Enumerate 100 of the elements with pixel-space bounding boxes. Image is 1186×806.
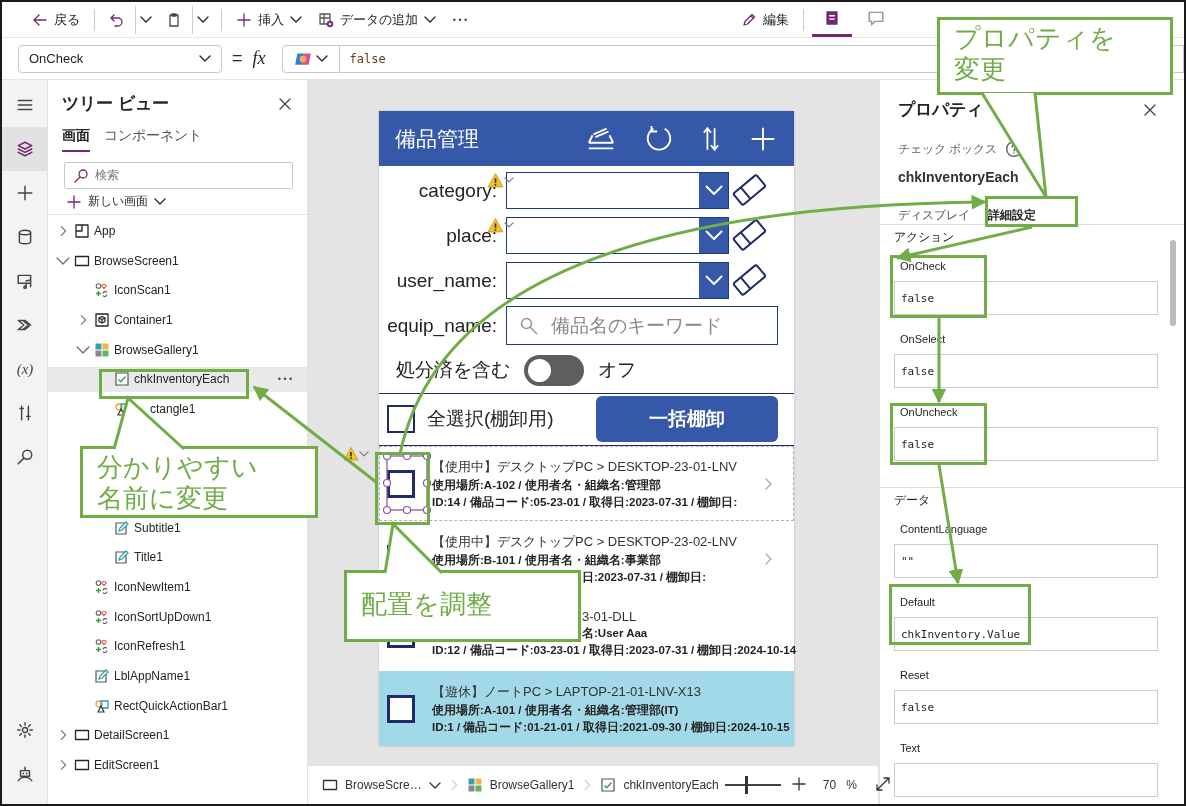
comment-icon (867, 9, 885, 27)
field-label: user_name: (396, 269, 497, 291)
tree-item[interactable]: IconRefresh1 (48, 633, 307, 659)
caret-icon (504, 177, 514, 183)
toggle-switch[interactable] (524, 354, 584, 386)
tab[interactable]: 詳細設定 (988, 207, 1036, 224)
caret-icon (154, 198, 166, 205)
plus-icon (236, 11, 252, 28)
formula-field[interactable] (894, 763, 1158, 797)
tree-item[interactable]: LblAppName1 (48, 663, 307, 689)
item-detail: ID:1 / 備品コード:01-21-01 / 取得日:2021-09-30 / 棚卸日:2024-10-15 (432, 719, 790, 735)
tree-item[interactable]: Title1 (48, 544, 307, 570)
zoom-unit: % (846, 778, 857, 792)
plus-icon (790, 775, 807, 792)
search-field[interactable]: 検索 (64, 162, 293, 189)
gallery-item[interactable]: 【遊休】ノートPC > LAPTOP-21-01-LNV-X13 使用場所:A-101 / 使用者名・組織名:管理部(IT) ID:1 / 備品コード:01-21-01 / 取得日:2021-09-30 / 棚卸日:2024-10-15 (379, 671, 794, 746)
zoom-value: 70 (822, 778, 837, 792)
selection-handles[interactable] (383, 452, 431, 514)
tree-item[interactable]: Container1 (48, 307, 307, 333)
database-icon (16, 228, 34, 246)
caret-icon (197, 16, 209, 23)
dropdown-field[interactable] (506, 262, 729, 299)
item-title: 【遊休】ノートPC > LAPTOP-21-01-LNV-X13 (432, 682, 702, 701)
pencil-icon (741, 11, 757, 28)
search-icon (16, 448, 34, 466)
dropdown-field[interactable] (506, 217, 729, 254)
checkbox[interactable] (387, 694, 415, 723)
panel-title: ツリー ビュー (62, 93, 169, 115)
gallery-item[interactable]: 【使用中】デスクトップPC > DESKTOP-23-01-LNV 使用場所:A-102 / 使用者名・組織名:管理部 ID:14 / 備品コード:05-23-01 / 取得日:2023-07-31 / 棚卸日: (379, 446, 794, 521)
breadcrumb[interactable]: BrowseScre… (322, 766, 447, 804)
tab[interactable]: 画面 (62, 127, 90, 152)
tree-item[interactable]: IconScan1 (48, 277, 307, 303)
control-name: chkInventoryEach (897, 168, 1020, 185)
caret-icon (359, 451, 369, 457)
field-label: place: (446, 224, 497, 246)
formula-field[interactable]: false (894, 427, 1158, 461)
tree-item[interactable]: RectQuickActionBar1 (48, 693, 307, 719)
caret-icon (140, 16, 152, 23)
tools-icon (16, 404, 34, 422)
bulk-inventory-button[interactable]: 一括棚卸 (596, 396, 778, 443)
tree-item[interactable]: IconNewItem1 (48, 574, 307, 600)
expand-icon (874, 775, 891, 792)
item-detail: 日:2023-07-31 / 棚卸日: (581, 569, 708, 585)
more-button[interactable] (277, 376, 293, 381)
callout-text: 分かりやすい (97, 452, 259, 484)
breadcrumb[interactable]: BrowseGallery1 (466, 766, 581, 804)
copilot-button[interactable] (281, 44, 340, 73)
formula-field[interactable]: false (894, 354, 1158, 388)
field-label: Reset (900, 669, 929, 681)
field-label: Default (900, 596, 935, 608)
back-button[interactable]: 戻る (26, 5, 86, 34)
tree-item[interactable]: BrowseGallery1 (48, 337, 307, 363)
tree-item[interactable]: BrowseScreen1 (48, 248, 307, 274)
tree-item[interactable]: Subtitle1 (48, 515, 307, 541)
variables-button[interactable]: (x) (2, 347, 48, 391)
tree-item[interactable]: chkInventoryEach (48, 366, 307, 392)
dropdown-field[interactable] (506, 172, 729, 209)
symbols-icon (94, 638, 110, 655)
notes-icon (823, 9, 841, 27)
formula-field[interactable]: "" (894, 544, 1158, 578)
add-data-button[interactable]: データの追加 (312, 5, 442, 34)
toggle-state: オフ (598, 358, 636, 383)
checkbox-label: 全選択(棚卸用) (427, 407, 554, 432)
control-type: チェック ボックス (898, 140, 998, 158)
equals-sign: = (232, 48, 243, 69)
formula-field[interactable]: chkInventory.Value (894, 617, 1158, 651)
item-detail: 使用場所:A-101 / 使用者名・組織名:管理部(IT) (432, 702, 680, 718)
scrollbar[interactable] (1170, 240, 1176, 326)
refresh-icon[interactable] (644, 123, 674, 154)
item-title: 【使用中】デスクトップPC > DESKTOP-23-01-LNV (432, 457, 738, 476)
insert-button[interactable]: 挿入 (230, 5, 308, 34)
formula-field[interactable]: false (894, 690, 1158, 724)
new-screen-button[interactable]: 新しい画面 (48, 189, 307, 215)
tab[interactable]: コンポーネント (104, 127, 202, 152)
checkbox[interactable] (387, 405, 415, 434)
tree-item[interactable]: DetailScreen1 (48, 722, 307, 748)
search-field[interactable]: 備品名のキーワード (506, 306, 778, 345)
app-title: 備品管理 (395, 125, 480, 152)
slider-thumb[interactable] (745, 776, 749, 794)
gallery-icon (466, 777, 483, 793)
tab[interactable]: ディスプレイ (898, 207, 970, 224)
grid-icon (74, 222, 90, 239)
item-detail: ID:14 / 備品コード:05-23-01 / 取得日:2023-07-31 / 棚卸日: (432, 494, 739, 510)
field-label: OnUncheck (900, 406, 958, 418)
tree-item[interactable]: App (48, 218, 307, 244)
screen-icon (322, 777, 338, 793)
tree-item[interactable]: IconSortUpDown1 (48, 604, 307, 630)
caret-icon (315, 55, 328, 62)
tree-item[interactable]: EditScreen1 (48, 752, 307, 778)
checkbox[interactable] (387, 469, 415, 498)
edit-button[interactable]: 編集 (735, 5, 795, 34)
table-plus-icon (318, 11, 334, 28)
layers-button[interactable] (2, 127, 48, 171)
breadcrumb[interactable]: chkInventoryEach (600, 766, 725, 804)
layers-icon (16, 140, 34, 158)
property-dropdown[interactable]: OnCheck (18, 44, 222, 73)
formula-field[interactable]: false (894, 281, 1158, 315)
more-icon (452, 17, 468, 22)
clipboard-icon (166, 11, 182, 28)
caret-icon (504, 222, 514, 228)
